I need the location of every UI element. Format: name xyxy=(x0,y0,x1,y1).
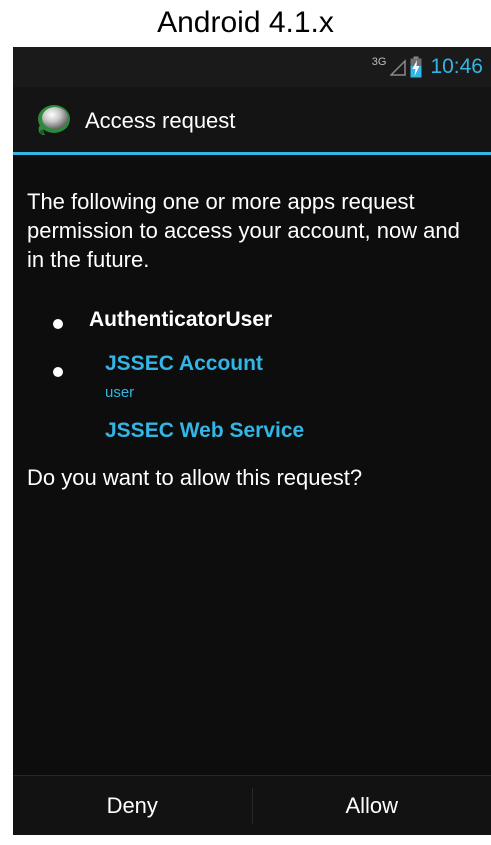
status-clock: 10:46 xyxy=(430,55,483,78)
signal-icon xyxy=(390,59,407,76)
allow-button[interactable]: Allow xyxy=(253,776,491,835)
bullet-icon xyxy=(53,367,63,377)
status-bar: 3G 10:46 xyxy=(13,47,491,87)
dialog-title-bar: Access request xyxy=(13,87,491,155)
account-type-label: JSSEC Account xyxy=(105,352,263,375)
dialog-title: Access request xyxy=(85,108,236,133)
requesting-app-name: AuthenticatorUser xyxy=(89,308,273,331)
network-type-label: 3G xyxy=(371,56,387,68)
dialog-content: The following one or more apps request p… xyxy=(13,155,491,775)
service-name-label: JSSEC Web Service xyxy=(105,419,305,442)
deny-button[interactable]: Deny xyxy=(13,776,252,835)
account-name-label: user xyxy=(105,384,135,401)
dialog-button-bar: Deny Allow xyxy=(13,775,491,835)
screenshot-caption: Android 4.1.x xyxy=(157,6,334,39)
authenticator-app-icon xyxy=(38,105,70,135)
permission-message: The following one or more apps request p… xyxy=(27,189,460,272)
battery-charging-icon xyxy=(410,56,422,78)
status-icons: 3G 10:46 xyxy=(372,47,483,87)
bullet-icon xyxy=(53,319,63,329)
confirmation-question: Do you want to allow this request? xyxy=(27,465,363,490)
phone-screen: 3G 10:46 Access request The following on… xyxy=(13,47,491,835)
